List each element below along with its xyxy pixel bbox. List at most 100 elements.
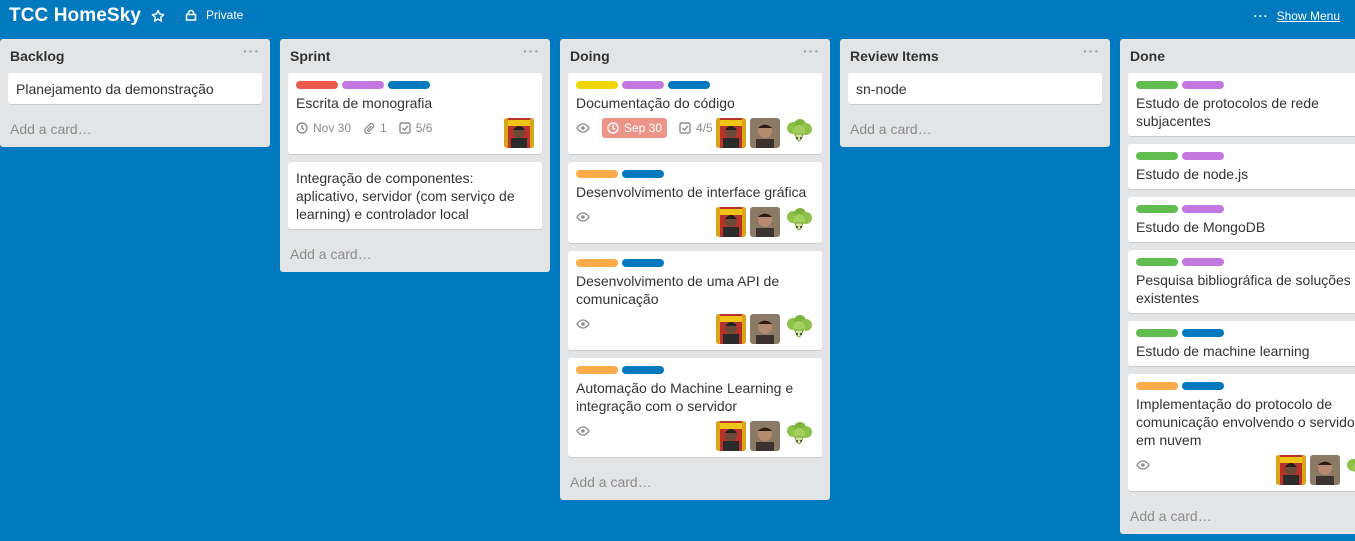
- card-labels: [1136, 205, 1355, 213]
- card[interactable]: Desenvolvimento de uma API de comunicaçã…: [568, 251, 822, 350]
- avatar-person-a[interactable]: [716, 207, 746, 237]
- label-green: [1136, 329, 1178, 337]
- card[interactable]: Estudo de machine learning: [1128, 321, 1355, 366]
- avatar-person-a[interactable]: [504, 118, 534, 148]
- card-footer: Nov 30 1 5/6: [296, 114, 534, 148]
- list-header: Backlog ···: [0, 39, 270, 73]
- list-sprint: Sprint ··· Escrita de monografia Nov 30 1 5/6…: [280, 39, 550, 272]
- card-labels: [296, 81, 534, 89]
- card-badges: [576, 314, 590, 334]
- list-title[interactable]: Done: [1130, 48, 1165, 64]
- card-list: Estudo de protocolos de rede subjacentes…: [1120, 73, 1355, 491]
- show-menu-button[interactable]: ··· Show Menu: [1254, 9, 1340, 23]
- list-menu-icon[interactable]: ···: [243, 43, 260, 59]
- avatar-person-a[interactable]: [716, 118, 746, 148]
- card-list: Escrita de monografia Nov 30 1 5/6 Integraçã…: [280, 73, 550, 229]
- eye-badge: [1136, 459, 1150, 471]
- card-title: Pesquisa bibliográfica de soluções exist…: [1136, 272, 1351, 306]
- card[interactable]: Escrita de monografia Nov 30 1 5/6: [288, 73, 542, 154]
- avatar-broccoli[interactable]: [784, 314, 814, 344]
- card[interactable]: Planejamento da demonstração: [8, 73, 262, 104]
- card-title: sn-node: [856, 81, 907, 97]
- card-title: Planejamento da demonstração: [16, 81, 214, 97]
- avatar-person-a[interactable]: [1276, 455, 1306, 485]
- label-green: [1136, 258, 1178, 266]
- label-purple: [1182, 81, 1224, 89]
- card[interactable]: Estudo de protocolos de rede subjacentes: [1128, 73, 1355, 136]
- label-purple: [1182, 205, 1224, 213]
- card[interactable]: Pesquisa bibliográfica de soluções exist…: [1128, 250, 1355, 313]
- add-card-button[interactable]: Add a card…: [1120, 499, 1355, 534]
- add-card-button[interactable]: Add a card…: [560, 465, 830, 500]
- paperclip-icon: [363, 122, 375, 134]
- eye-icon: [576, 318, 590, 330]
- card[interactable]: Integração de componentes: aplicativo, s…: [288, 162, 542, 229]
- card-footer: [576, 310, 814, 344]
- avatar-broccoli[interactable]: [784, 207, 814, 237]
- add-card-button[interactable]: Add a card…: [840, 112, 1110, 147]
- more-icon: ···: [1253, 9, 1269, 23]
- label-red: [296, 81, 338, 89]
- card-footer: [1136, 451, 1355, 485]
- label-orange: [576, 170, 618, 178]
- avatar-broccoli[interactable]: [784, 118, 814, 148]
- avatar-broccoli[interactable]: [784, 421, 814, 451]
- eye-icon: [1136, 459, 1150, 471]
- card-title: Estudo de protocolos de rede subjacentes: [1136, 95, 1319, 129]
- card[interactable]: Implementação do protocolo de comunicaçã…: [1128, 374, 1355, 491]
- label-yellow: [576, 81, 618, 89]
- card-labels: [1136, 258, 1355, 266]
- avatar-person-b[interactable]: [750, 314, 780, 344]
- board-header: TCC HomeSky Private ··· Show Menu: [0, 0, 1355, 34]
- list-header: Sprint ···: [280, 39, 550, 73]
- avatar-person-a[interactable]: [716, 421, 746, 451]
- card-badges: [1136, 455, 1150, 475]
- card-labels: [576, 259, 814, 267]
- card-labels: [1136, 382, 1355, 390]
- list-title[interactable]: Sprint: [290, 48, 330, 64]
- add-card-button[interactable]: Add a card…: [0, 112, 270, 147]
- label-blue: [622, 170, 664, 178]
- avatar-person-a[interactable]: [716, 314, 746, 344]
- label-blue: [1182, 329, 1224, 337]
- checklist-badge: 5/6: [399, 119, 433, 137]
- avatar-broccoli[interactable]: [1344, 455, 1355, 485]
- eye-badge: [576, 122, 590, 134]
- card[interactable]: Documentação do código Sep 30 4/5: [568, 73, 822, 154]
- card-badges: Sep 30 4/5: [576, 118, 713, 138]
- card-labels: [1136, 329, 1355, 337]
- card[interactable]: Desenvolvimento de interface gráfica: [568, 162, 822, 243]
- card[interactable]: sn-node: [848, 73, 1102, 104]
- avatar-person-b[interactable]: [750, 118, 780, 148]
- label-purple: [1182, 152, 1224, 160]
- label-blue: [668, 81, 710, 89]
- label-orange: [1136, 382, 1178, 390]
- board-title[interactable]: TCC HomeSky: [9, 5, 141, 27]
- card[interactable]: Estudo de node.js: [1128, 144, 1355, 189]
- avatar-person-b[interactable]: [750, 421, 780, 451]
- list-backlog: Backlog ··· Planejamento da demonstração Ad…: [0, 39, 270, 147]
- card-labels: [1136, 81, 1355, 89]
- list-title[interactable]: Backlog: [10, 48, 64, 64]
- list-title[interactable]: Doing: [570, 48, 610, 64]
- badge-value: 5/6: [415, 121, 433, 135]
- list-review-items: Review Items ··· sn-node Add a card…: [840, 39, 1110, 147]
- label-green: [1136, 81, 1178, 89]
- add-card-button[interactable]: Add a card…: [280, 237, 550, 272]
- card-members: [1136, 451, 1355, 485]
- card-title: Documentação do código: [576, 95, 735, 111]
- list-title[interactable]: Review Items: [850, 48, 939, 64]
- card[interactable]: Automação do Machine Learning e integraç…: [568, 358, 822, 457]
- avatar-person-b[interactable]: [1310, 455, 1340, 485]
- card-badges: [576, 421, 590, 441]
- list-menu-icon[interactable]: ···: [523, 43, 540, 59]
- card[interactable]: Estudo de MongoDB: [1128, 197, 1355, 242]
- list-menu-icon[interactable]: ···: [1083, 43, 1100, 59]
- star-icon[interactable]: [151, 9, 167, 25]
- avatar-person-b[interactable]: [750, 207, 780, 237]
- list-menu-icon[interactable]: ···: [803, 43, 820, 59]
- card-title: Desenvolvimento de interface gráfica: [576, 184, 807, 200]
- show-menu-label: Show Menu: [1276, 9, 1340, 23]
- label-green: [1136, 205, 1178, 213]
- privacy-button[interactable]: Private: [185, 8, 243, 22]
